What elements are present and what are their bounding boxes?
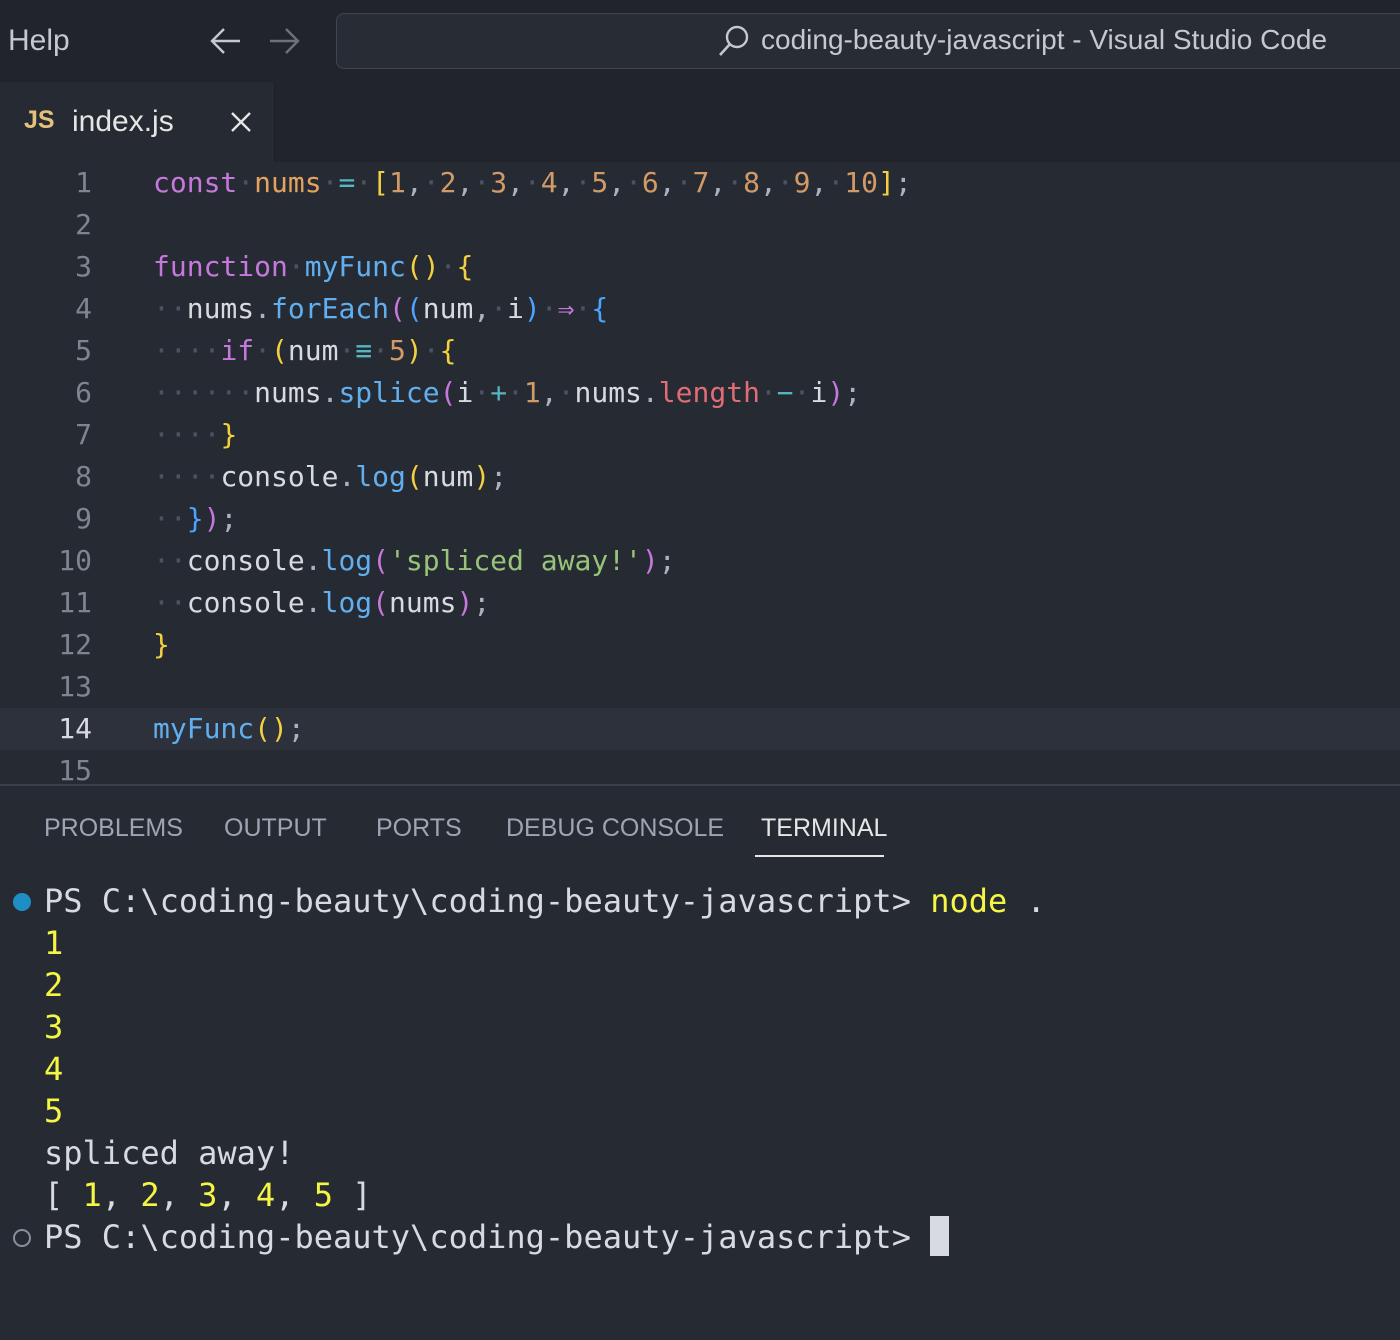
terminal-arg: . [1026, 882, 1046, 920]
javascript-file-icon: JS [24, 106, 55, 134]
tab-problems[interactable]: PROBLEMS [44, 814, 183, 843]
terminal-output-line: 3 [44, 1008, 64, 1046]
title-bar: Help coding-beauty-javascript - Visual S… [0, 0, 1400, 82]
terminal-output-line: 2 [44, 966, 64, 1004]
line-number: 10 [58, 544, 92, 577]
line-number: 8 [75, 460, 92, 493]
terminal-command: node [930, 882, 1008, 920]
code-line[interactable]: 13 [0, 666, 1400, 708]
terminal-command-line: PS C:\coding-beauty\coding-beauty-javasc… [0, 880, 1400, 922]
line-number: 12 [58, 628, 92, 661]
tab-debug-console[interactable]: DEBUG CONSOLE [506, 814, 724, 843]
line-number: 2 [75, 208, 92, 241]
code-text: ····console.log(num); [153, 460, 508, 493]
line-number: 1 [75, 166, 92, 199]
code-line[interactable]: 3 function·myFunc()·{ [0, 246, 1400, 288]
arrow-left-icon[interactable] [208, 26, 242, 56]
panel-tabs: PROBLEMS OUTPUT PORTS DEBUG CONSOLE TERM… [0, 786, 1400, 866]
line-number: 4 [75, 292, 92, 325]
code-line[interactable]: 7 ····} [0, 414, 1400, 456]
code-line[interactable]: 8 ····console.log(num); [0, 456, 1400, 498]
code-text: ··nums.forEach((num,·i)·⇒·{ [153, 292, 609, 325]
active-tab-indicator [755, 855, 884, 857]
code-text: myFunc(); [153, 712, 305, 745]
command-center[interactable]: coding-beauty-javascript - Visual Studio… [336, 13, 1400, 69]
terminal-array-line: [ 1, 2, 3, 4, 5 ] [44, 1176, 372, 1214]
terminal-prompt: PS C:\coding-beauty\coding-beauty-javasc… [44, 882, 911, 920]
code-line[interactable]: 6 ······nums.splice(i·+·1,·nums.length·−·… [0, 372, 1400, 414]
search-icon [719, 25, 749, 56]
tab-label: index.js [72, 105, 174, 138]
code-text: ······nums.splice(i·+·1,·nums.length·−·i… [153, 376, 862, 409]
code-line[interactable]: 11 ··console.log(nums); [0, 582, 1400, 624]
code-text: ··console.log(nums); [153, 586, 491, 619]
code-text: function·myFunc()·{ [153, 250, 474, 283]
code-line[interactable]: 1 const·nums·=·[1,·2,·3,·4,·5,·6,·7,·8,·9… [0, 162, 1400, 204]
tab-ports[interactable]: PORTS [376, 814, 462, 843]
terminal[interactable]: PS C:\coding-beauty\coding-beauty-javasc… [0, 880, 1400, 1340]
terminal-output-line: 1 [44, 924, 64, 962]
terminal-output-line: 4 [44, 1050, 64, 1088]
line-number: 3 [75, 250, 92, 283]
tab-output[interactable]: OUTPUT [224, 814, 327, 843]
arrow-right-icon[interactable] [268, 26, 302, 56]
line-number: 7 [75, 418, 92, 451]
code-text: ····if·(num·≡·5)·{ [153, 334, 457, 367]
code-text: ··}); [153, 502, 238, 535]
code-line[interactable]: 9 ··}); [0, 498, 1400, 540]
terminal-cursor [930, 1216, 950, 1256]
tab-index-js[interactable]: JS index.js [0, 82, 275, 162]
line-number: 6 [75, 376, 92, 409]
terminal-prompt: PS C:\coding-beauty\coding-beauty-javasc… [44, 1218, 911, 1256]
code-line[interactable]: 14 myFunc(); [0, 708, 1400, 750]
line-number: 15 [58, 754, 92, 784]
line-number: 5 [75, 334, 92, 367]
line-number: 9 [75, 502, 92, 535]
terminal-prompt-line: PS C:\coding-beauty\coding-beauty-javasc… [0, 1216, 1400, 1258]
code-line[interactable]: 2 [0, 204, 1400, 246]
line-number: 13 [58, 670, 92, 703]
editor-tab-bar: JS index.js [0, 82, 1400, 162]
command-decoration-icon[interactable] [13, 893, 31, 911]
code-text: } [153, 628, 170, 661]
line-number: 14 [58, 712, 92, 745]
terminal-output-line: spliced away! [0, 1132, 1400, 1174]
menu-help[interactable]: Help [8, 24, 70, 58]
code-text: const·nums·=·[1,·2,·3,·4,·5,·6,·7,·8,·9,… [153, 166, 912, 199]
code-text: ····} [153, 418, 238, 451]
code-editor[interactable]: 1 const·nums·=·[1,·2,·3,·4,·5,·6,·7,·8,·9… [0, 162, 1400, 784]
close-icon[interactable] [227, 108, 255, 136]
command-decoration-icon [13, 1229, 31, 1247]
code-line[interactable]: 5 ····if·(num·≡·5)·{ [0, 330, 1400, 372]
code-line[interactable]: 10 ··console.log('spliced away!'); [0, 540, 1400, 582]
code-line[interactable]: 15 [0, 750, 1400, 784]
spliced-message: spliced away! [44, 1134, 295, 1172]
tab-terminal[interactable]: TERMINAL [761, 814, 887, 843]
line-number: 11 [58, 586, 92, 619]
window-title: coding-beauty-javascript - Visual Studio… [761, 24, 1328, 55]
terminal-output-line: 5 [44, 1092, 64, 1130]
code-line[interactable]: 12} [0, 624, 1400, 666]
code-text: ··console.log('spliced away!'); [153, 544, 676, 577]
code-line[interactable]: 4 ··nums.forEach((num,·i)·⇒·{ [0, 288, 1400, 330]
